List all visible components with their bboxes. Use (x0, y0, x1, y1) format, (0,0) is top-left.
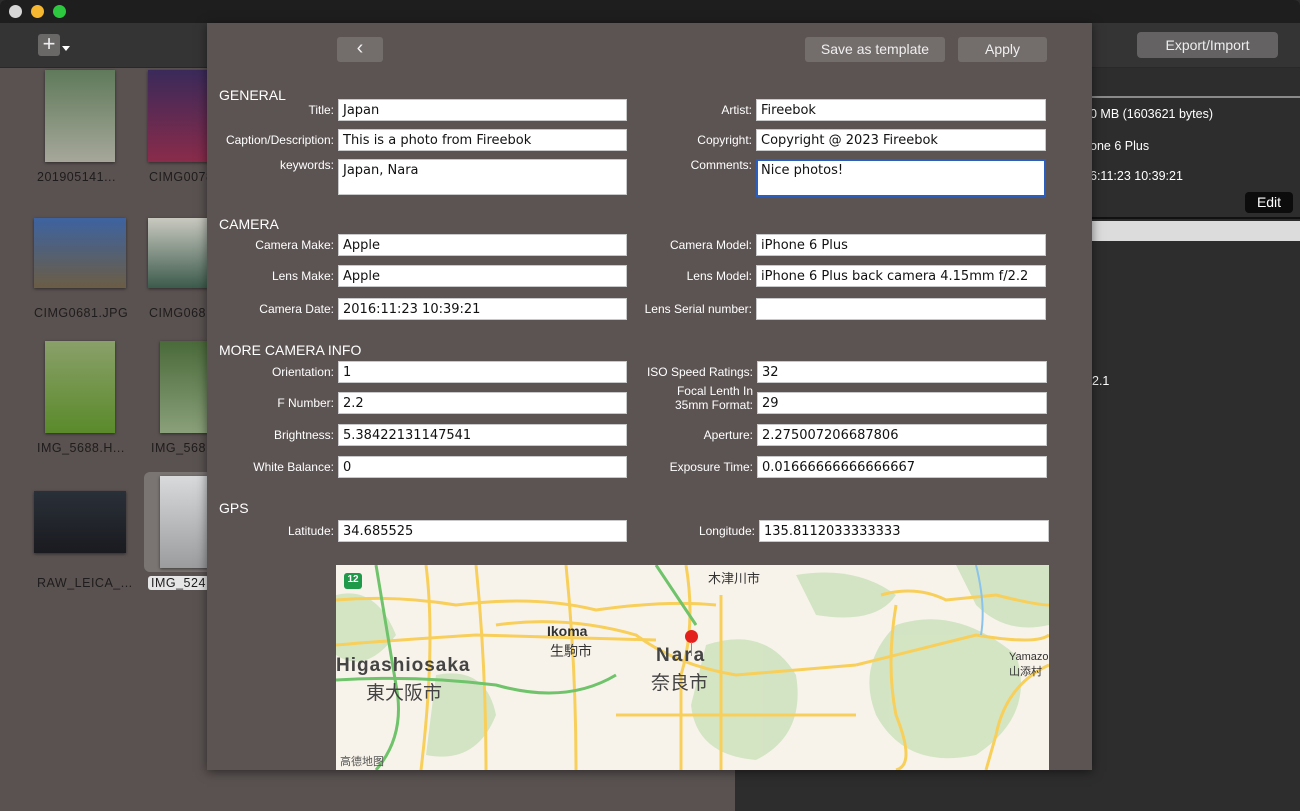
field-input[interactable]: 135.8112033333333 (759, 520, 1049, 542)
field-input[interactable]: 2.2 (338, 392, 627, 414)
map-label: 東大阪市 (366, 683, 443, 704)
map-label: 生駒市 (550, 643, 592, 659)
photo-thumbnail[interactable] (34, 218, 126, 288)
extra-info-text: 2.1 (1092, 374, 1110, 388)
section-header: CAMERA (219, 216, 279, 232)
save-as-template-button[interactable]: Save as template (805, 37, 945, 62)
field-label: Camera Date: (259, 302, 334, 316)
chevron-left-icon: ‹ (356, 37, 364, 59)
field-label: Brightness: (273, 428, 334, 442)
plus-icon: + (42, 31, 56, 56)
field-label: Longitude: (698, 524, 755, 538)
photo-thumbnail[interactable] (160, 341, 208, 433)
map-label: 奈良市 (651, 673, 709, 694)
add-button[interactable]: + (38, 31, 60, 56)
export-import-button[interactable]: Export/Import (1137, 32, 1278, 58)
apply-button[interactable]: Apply (958, 37, 1047, 62)
field-label: keywords: (279, 158, 334, 172)
edit-button[interactable]: Edit (1245, 192, 1293, 213)
field-label: Title: (308, 103, 334, 117)
file-size-text: 0 MB (1603621 bytes) (1090, 107, 1213, 121)
field-label: F Number: (277, 396, 334, 410)
field-label: Lens Make: (271, 269, 334, 283)
map-label: Higashiosaka (336, 655, 471, 676)
field-input[interactable]: 1 (338, 361, 627, 383)
field-label: Latitude: (287, 524, 334, 538)
thumbnail-filename: 201905141... (37, 170, 116, 184)
route-badge: 12 (347, 574, 359, 585)
field-label: Copyright: (697, 133, 752, 147)
field-label: Lens Serial number: (644, 302, 752, 316)
photo-thumbnail[interactable] (148, 218, 208, 288)
field-label: Comments: (690, 158, 752, 172)
add-dropdown-caret-icon[interactable] (62, 46, 70, 51)
field-label: Lens Model: (686, 269, 752, 283)
field-input[interactable]: 5.38422131147541 (338, 424, 627, 446)
photo-thumbnail[interactable] (45, 70, 115, 162)
scroll-bar-track[interactable] (1092, 221, 1300, 241)
date-text: 6:11:23 10:39:21 (1090, 169, 1183, 183)
thumbnail-filename: IMG_568 (151, 441, 206, 455)
field-input[interactable]: 0 (338, 456, 627, 478)
field-input[interactable]: 2.275007206687806 (757, 424, 1047, 446)
field-input[interactable]: 2016:11:23 10:39:21 (338, 298, 627, 320)
section-header: MORE CAMERA INFO (219, 342, 362, 358)
field-label: Focal Lenth In 35mm Format: (674, 384, 753, 412)
zoom-window-button[interactable] (53, 5, 66, 18)
map-label: Ikoma (547, 623, 588, 639)
map-label: Yamazo (1009, 651, 1049, 663)
photo-thumbnail[interactable] (160, 476, 208, 568)
field-input[interactable]: Copyright @ 2023 Fireebok (756, 129, 1046, 151)
field-input[interactable]: 32 (757, 361, 1047, 383)
section-header: GPS (219, 500, 249, 516)
back-button[interactable]: ‹ (337, 37, 383, 62)
thumbnail-filename: IMG_524 (148, 576, 209, 590)
field-label: Aperture: (703, 428, 753, 442)
thumbnail-filename: CIMG068 (149, 306, 206, 320)
field-label: White Balance: (253, 460, 334, 474)
minimize-window-button[interactable] (31, 5, 44, 18)
photo-thumbnail[interactable] (34, 491, 126, 553)
close-window-button[interactable] (9, 5, 22, 18)
gps-map[interactable]: 12 木津川市 Ikoma 生駒市 Higashiosaka 東大阪市 Nara… (336, 565, 1049, 770)
field-input[interactable]: 0.01666666666666667 (757, 456, 1047, 478)
map-attribution: 高德地图 (340, 756, 384, 768)
field-label: Artist: (721, 103, 752, 117)
field-input[interactable]: 34.685525 (338, 520, 627, 542)
field-label: Caption/Description: (225, 133, 334, 147)
thumbnail-filename: CIMG0681.JPG (34, 306, 129, 320)
field-label: Camera Make: (255, 238, 334, 252)
thumbnail-filename: RAW_LEICA_... (37, 576, 133, 590)
photo-thumbnail[interactable] (148, 70, 208, 162)
field-label: Exposure Time: (669, 460, 753, 474)
thumbnail-filename: IMG_5688.H... (37, 441, 125, 455)
field-label: Camera Model: (669, 238, 752, 252)
field-input[interactable]: Apple (338, 265, 627, 287)
field-input[interactable]: Apple (338, 234, 627, 256)
field-input[interactable]: Nice photos! (756, 159, 1046, 197)
map-label: 山添村 (1009, 666, 1042, 678)
field-input[interactable]: Fireebok (756, 99, 1046, 121)
field-input[interactable]: iPhone 6 Plus back camera 4.15mm f/2.2 (756, 265, 1046, 287)
location-pin-stem (691, 642, 692, 656)
field-input[interactable]: iPhone 6 Plus (756, 234, 1046, 256)
field-label: Orientation: (271, 365, 334, 379)
field-input[interactable] (756, 298, 1046, 320)
map-label: 木津川市 (708, 571, 761, 586)
field-input[interactable]: This is a photo from Fireebok (338, 129, 627, 151)
title-bar (0, 0, 1300, 23)
photo-thumbnail[interactable] (45, 341, 115, 433)
section-header: GENERAL (219, 87, 286, 103)
field-input[interactable]: Japan, Nara (338, 159, 627, 195)
field-input[interactable]: Japan (338, 99, 627, 121)
field-label: ISO Speed Ratings: (646, 365, 753, 379)
map-label: Nara (656, 645, 707, 666)
field-input[interactable]: 29 (757, 392, 1047, 414)
thumbnail-filename: CIMG0078 (149, 170, 214, 184)
camera-model-text: one 6 Plus (1090, 139, 1150, 153)
